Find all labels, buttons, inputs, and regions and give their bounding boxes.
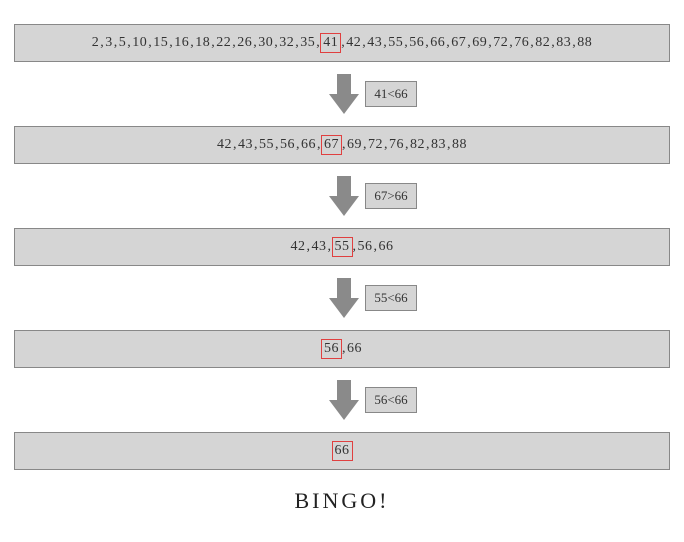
number: 66	[429, 34, 446, 52]
number: 56	[279, 136, 296, 154]
number: 42	[216, 136, 233, 154]
num-seq-2: 42,43,55,56,66	[290, 237, 395, 257]
highlighted-number: 67	[321, 135, 342, 155]
number: 72	[492, 34, 509, 52]
arrow-section-2: 55<66	[14, 276, 670, 320]
number: 43	[311, 238, 328, 256]
number: 18	[194, 34, 211, 52]
array-box-2: 42,43,55,56,66	[14, 228, 670, 266]
down-arrow-icon	[327, 378, 361, 422]
down-arrow-icon	[327, 276, 361, 320]
number: 83	[430, 136, 447, 154]
number: 66	[378, 238, 395, 256]
number: 42	[345, 34, 362, 52]
number: 66	[346, 340, 363, 358]
down-arrow-icon	[327, 174, 361, 218]
number: 35	[299, 34, 316, 52]
number: 43	[366, 34, 383, 52]
number: 67	[450, 34, 467, 52]
array-box-1: 42,43,55,56,66,67,69,72,76,82,83,88	[14, 126, 670, 164]
number: 30	[257, 34, 274, 52]
number: 2	[91, 34, 101, 52]
highlighted-number: 41	[320, 33, 341, 53]
number: 72	[367, 136, 384, 154]
array-box-4: 66	[14, 432, 670, 470]
number: 22	[215, 34, 232, 52]
number: 16	[173, 34, 190, 52]
number: 55	[387, 34, 404, 52]
number: 66	[300, 136, 317, 154]
highlighted-number: 66	[332, 441, 353, 461]
comparison-label-3: 56<66	[365, 387, 416, 413]
number: 5	[118, 34, 128, 52]
num-seq-1: 42,43,55,56,66,67,69,72,76,82,83,88	[216, 135, 468, 155]
number: 76	[388, 136, 405, 154]
number: 56	[357, 238, 374, 256]
number: 82	[409, 136, 426, 154]
number: 56	[408, 34, 425, 52]
num-seq-4: 66	[332, 441, 353, 461]
number: 76	[513, 34, 530, 52]
bingo-label: BINGO!	[295, 488, 390, 514]
number: 10	[131, 34, 148, 52]
number: 43	[237, 136, 254, 154]
number: 26	[236, 34, 253, 52]
number: 88	[576, 34, 593, 52]
arrow-section-0: 41<66	[14, 72, 670, 116]
number: 3	[104, 34, 114, 52]
num-seq-3: 56,66	[321, 339, 363, 359]
number: 69	[471, 34, 488, 52]
highlighted-number: 56	[321, 339, 342, 359]
comparison-label-2: 55<66	[365, 285, 416, 311]
comparison-label-0: 41<66	[365, 81, 416, 107]
number: 82	[534, 34, 551, 52]
number: 88	[451, 136, 468, 154]
number: 15	[152, 34, 169, 52]
array-box-0: 2,3,5,10,15,16,18,22,26,30,32,35,41,42,4…	[14, 24, 670, 62]
down-arrow-icon	[327, 72, 361, 116]
num-seq-0: 2,3,5,10,15,16,18,22,26,30,32,35,41,42,4…	[91, 33, 594, 53]
number: 55	[258, 136, 275, 154]
arrow-section-3: 56<66	[14, 378, 670, 422]
arrow-section-1: 67>66	[14, 174, 670, 218]
number: 32	[278, 34, 295, 52]
comparison-label-1: 67>66	[365, 183, 416, 209]
highlighted-number: 55	[332, 237, 353, 257]
number: 69	[346, 136, 363, 154]
array-box-3: 56,66	[14, 330, 670, 368]
number: 42	[290, 238, 307, 256]
number: 83	[555, 34, 572, 52]
